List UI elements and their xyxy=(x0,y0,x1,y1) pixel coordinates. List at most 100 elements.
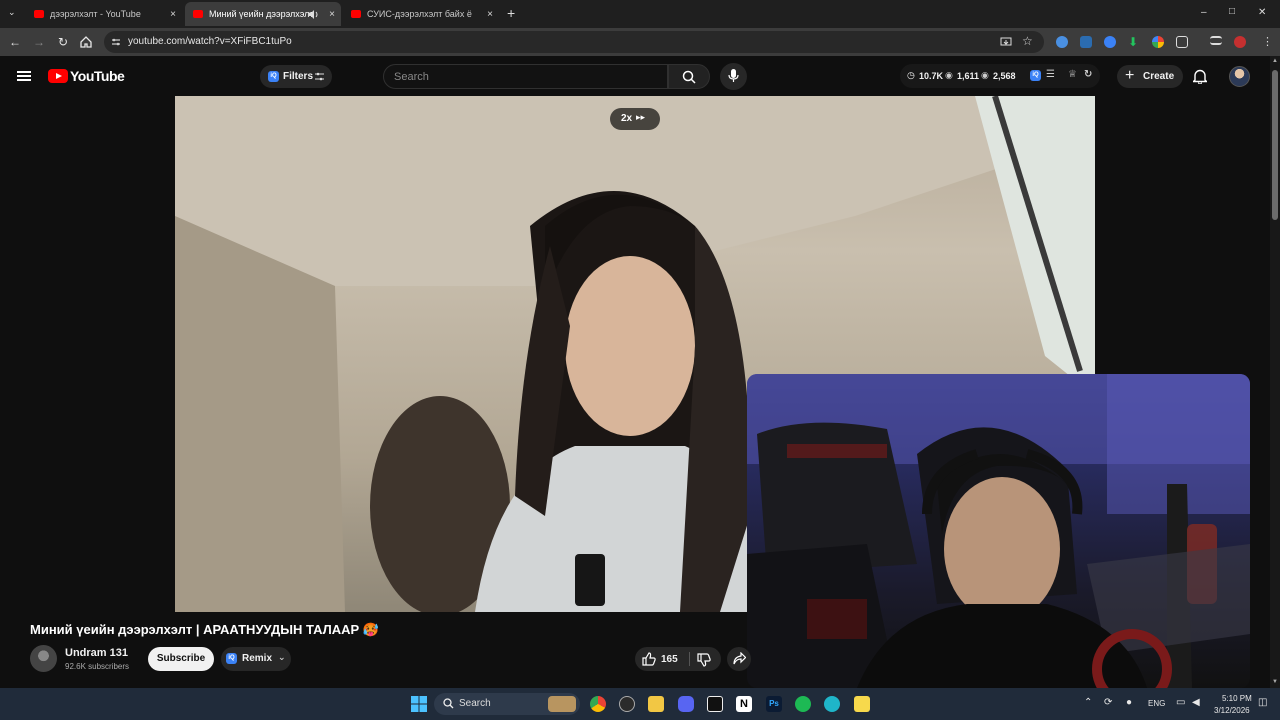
youtube-logo-text[interactable]: YouTube xyxy=(70,68,125,84)
capcut-icon[interactable] xyxy=(707,696,723,712)
dislike-thumb-icon[interactable] xyxy=(697,653,711,667)
tab-title: СУИС-дээрэлхэлт байх ёстой xyxy=(367,9,472,19)
channel-name[interactable]: Undram 131 xyxy=(65,647,128,659)
bookmark-star-icon[interactable]: ☆ xyxy=(1022,34,1033,48)
filters-button[interactable]: iQ Filters xyxy=(260,65,332,88)
reload-icon[interactable]: ↻ xyxy=(55,34,71,50)
microphone-icon xyxy=(728,69,739,82)
language-indicator[interactable]: ENG xyxy=(1148,699,1165,708)
browser-tab[interactable]: дээрэлхэлт - YouTube × xyxy=(26,2,182,26)
create-button[interactable]: + Create xyxy=(1117,65,1183,88)
new-tab-button[interactable]: + xyxy=(507,5,515,21)
clock-time[interactable]: 5:10 PM xyxy=(1222,694,1252,703)
home-icon[interactable] xyxy=(80,36,92,48)
remix-label: Remix xyxy=(242,653,273,664)
forward-arrow-icon[interactable]: → xyxy=(31,34,47,50)
like-count[interactable]: 165 xyxy=(661,654,678,665)
notion-icon[interactable]: N xyxy=(736,696,752,712)
like-dislike-bar: 165 xyxy=(635,647,721,671)
iq-extension-icon[interactable]: iQ xyxy=(1030,70,1041,81)
like-thumb-icon[interactable] xyxy=(642,652,656,666)
copilot-icon[interactable] xyxy=(824,696,840,712)
eye-icon: ◉ xyxy=(945,70,953,80)
sticky-notes-icon[interactable] xyxy=(854,696,870,712)
window-close-button[interactable]: ✕ xyxy=(1258,7,1266,18)
youtube-logo-icon[interactable] xyxy=(48,69,68,83)
speed-label: 2x xyxy=(621,113,633,124)
spotify-icon[interactable] xyxy=(795,696,811,712)
tab-close-icon[interactable]: × xyxy=(329,9,335,20)
chrome-icon[interactable] xyxy=(590,696,606,712)
install-app-icon[interactable] xyxy=(1000,36,1012,48)
user-avatar[interactable] xyxy=(1229,66,1250,87)
trophy-icon[interactable]: ♕ xyxy=(1068,69,1077,80)
subscribe-button[interactable]: Subscribe xyxy=(148,647,214,671)
refresh-icon[interactable]: ↻ xyxy=(1084,69,1092,80)
list-settings-icon[interactable]: ☰ xyxy=(1046,69,1055,80)
sync-icon[interactable]: ⟳ xyxy=(1104,697,1112,708)
download-icon[interactable]: ⬇ xyxy=(1128,36,1140,48)
iq-extension-icon: iQ xyxy=(226,653,237,664)
microphone-icon[interactable]: ● xyxy=(1126,697,1132,708)
share-button[interactable] xyxy=(727,647,751,671)
clock-icon: ◷ xyxy=(907,70,915,80)
search-input[interactable]: Search xyxy=(383,64,668,89)
browser-toolbar: ← → ↻ youtube.com/watch?v=XFiFBC1tuPo ☆ … xyxy=(0,28,1280,56)
webcam-overlay xyxy=(747,374,1250,688)
notifications-icon[interactable]: ◫ xyxy=(1258,697,1267,708)
extension-icon[interactable] xyxy=(1080,36,1092,48)
voice-search-button[interactable] xyxy=(720,63,747,90)
taskbar-search-label: Search xyxy=(459,698,491,709)
photoshop-icon[interactable]: Ps xyxy=(766,696,782,712)
youtube-favicon-icon xyxy=(351,10,361,18)
playback-speed-indicator: 2x ▸▸ xyxy=(610,108,660,130)
search-button[interactable] xyxy=(668,64,710,89)
tab-close-icon[interactable]: × xyxy=(487,9,493,20)
profile-avatar-icon[interactable] xyxy=(1234,36,1246,48)
volume-icon[interactable]: ◀ xyxy=(1192,697,1200,708)
tab-list-chevron-icon[interactable]: ⌄ xyxy=(8,7,16,18)
minimize-button[interactable]: – xyxy=(1201,7,1207,18)
extension-icon[interactable] xyxy=(1056,36,1068,48)
speaker-icon[interactable] xyxy=(309,10,319,19)
extension-icon[interactable] xyxy=(1152,36,1164,48)
windows-start-icon[interactable] xyxy=(411,696,427,712)
stat-other: 2,568 xyxy=(993,71,1016,81)
tab-close-icon[interactable]: × xyxy=(170,9,176,20)
discord-icon[interactable] xyxy=(678,696,694,712)
browser-tab[interactable]: СУИС-дээрэлхэлт байх ёстой × xyxy=(343,2,499,26)
maximize-button[interactable]: □ xyxy=(1229,6,1235,17)
channel-avatar[interactable] xyxy=(30,645,57,672)
scroll-down-icon[interactable]: ▼ xyxy=(1272,679,1278,685)
browser-menu-icon[interactable]: ⋮ xyxy=(1262,35,1273,48)
back-arrow-icon[interactable]: ← xyxy=(7,34,23,50)
search-icon xyxy=(682,70,696,84)
scroll-up-icon[interactable]: ▲ xyxy=(1272,58,1278,64)
sliders-icon xyxy=(315,72,324,81)
hamburger-menu-icon[interactable] xyxy=(17,71,31,81)
youtube-favicon-icon xyxy=(34,10,44,18)
file-explorer-icon[interactable] xyxy=(648,696,664,712)
chevron-down-icon[interactable]: ⌄ xyxy=(278,652,286,663)
webcam-feed xyxy=(747,374,1250,688)
filters-label: Filters xyxy=(283,71,314,82)
show-hidden-icons-icon[interactable]: ⌃ xyxy=(1084,697,1092,708)
site-info-icon[interactable] xyxy=(111,37,121,47)
tab-title: дээрэлхэлт - YouTube xyxy=(50,9,141,19)
notifications-bell-icon[interactable] xyxy=(1193,69,1207,84)
network-icon[interactable]: ▭ xyxy=(1176,697,1185,708)
share-arrow-icon xyxy=(733,652,746,665)
subscriber-count: 92.6K subscribers xyxy=(65,662,130,671)
clock-date[interactable]: 3/12/2026 xyxy=(1214,706,1250,715)
taskbar-search[interactable]: Search xyxy=(434,693,580,715)
page-scrollbar-thumb[interactable] xyxy=(1272,70,1278,220)
app-icon[interactable] xyxy=(619,696,635,712)
extensions-puzzle-icon[interactable] xyxy=(1176,36,1188,48)
browser-tab-active[interactable]: Миний үеийн дээрэлхэлт | × xyxy=(185,2,341,26)
extension-icon[interactable] xyxy=(1104,36,1116,48)
stat-likes: 1,611 xyxy=(957,71,980,81)
url-text: youtube.com/watch?v=XFiFBC1tuPo xyxy=(128,36,292,47)
remix-button[interactable]: iQ Remix ⌄ xyxy=(221,647,291,671)
address-bar[interactable]: youtube.com/watch?v=XFiFBC1tuPo ☆ xyxy=(104,31,1044,53)
reading-list-icon[interactable] xyxy=(1210,36,1222,45)
